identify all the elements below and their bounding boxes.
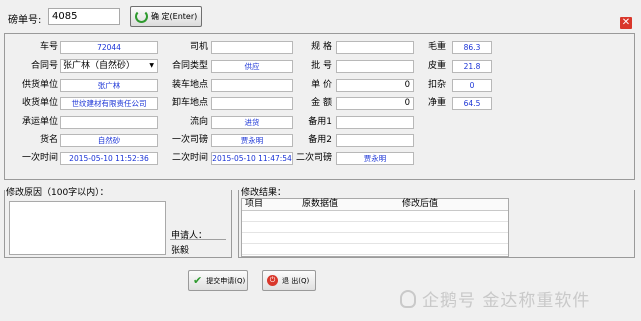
tare-label: 皮重 (427, 61, 446, 71)
dropdown-arrow-icon: ▼ (149, 62, 154, 69)
first-time-field[interactable]: 2015-05-10 11:52:36 (60, 152, 158, 165)
col-original: 原数据值 (302, 199, 339, 209)
goods-field[interactable]: 自然砂 (60, 134, 158, 147)
remark1-field[interactable] (336, 116, 414, 129)
close-icon[interactable]: ✕ (620, 17, 632, 29)
second-weigher-label: 二次司磅 (295, 153, 332, 163)
contract-no-value: 张广林（自然砂） (63, 61, 136, 71)
exit-button-label: 退 出(Q) (282, 276, 310, 285)
refresh-icon (135, 10, 148, 23)
applicant-value: 张毅 (171, 246, 190, 256)
gross-field[interactable]: 86.3 (452, 41, 492, 54)
direction-label: 流向 (189, 117, 208, 127)
table-row (242, 211, 508, 222)
first-weigher-label: 一次司磅 (171, 135, 208, 145)
applicant-divider (170, 239, 226, 240)
table-row (242, 233, 508, 244)
spec-label: 规 格 (311, 42, 332, 52)
second-time-label: 二次时间 (171, 153, 208, 163)
col-modified: 修改后值 (402, 199, 439, 209)
penguin-logo-icon (400, 289, 416, 308)
driver-label: 司机 (189, 42, 208, 52)
confirm-button[interactable]: 确 定(Enter) (130, 6, 202, 27)
result-grid[interactable]: 项目 原数据值 修改后值 (241, 198, 509, 257)
receiver-label: 收货单位 (21, 98, 58, 108)
table-row (242, 244, 508, 255)
submit-button[interactable]: ✔ 提交申请(Q) (188, 270, 248, 291)
contract-no-label: 合同号 (30, 61, 58, 71)
vehicle-no-label: 车号 (39, 42, 58, 52)
contract-no-select[interactable]: 张广林（自然砂） ▼ (60, 59, 158, 73)
col-item: 项目 (245, 199, 264, 209)
contract-type-label: 合同类型 (171, 61, 208, 71)
deduct-label: 扣杂 (427, 80, 446, 90)
check-icon: ✔ (193, 274, 203, 287)
carrier-label: 承运单位 (21, 117, 58, 127)
ticket-no-input[interactable]: 4085 (48, 8, 120, 25)
watermark-text: 企鹅号 金达称重软件 (422, 291, 591, 311)
ticket-no-label: 磅单号: (8, 15, 42, 26)
submit-button-label: 提交申请(Q) (206, 276, 246, 285)
unit-price-label: 单 价 (311, 80, 332, 90)
batch-label: 批 号 (311, 61, 332, 71)
second-weigher-field[interactable]: 贾永明 (336, 152, 414, 165)
vehicle-no-field[interactable]: 72044 (60, 41, 158, 54)
net-field[interactable]: 64.5 (452, 97, 492, 110)
first-time-label: 一次时间 (21, 153, 58, 163)
deduct-field[interactable]: 0 (452, 79, 492, 92)
confirm-button-label: 确 定(Enter) (151, 12, 198, 21)
supplier-label: 供货单位 (21, 80, 58, 90)
power-icon: ⏻ (267, 275, 278, 286)
load-place-label: 装车地点 (171, 80, 208, 90)
gross-label: 毛重 (427, 42, 446, 52)
remark1-label: 备用1 (308, 117, 332, 127)
result-grid-header: 项目 原数据值 修改后值 (242, 199, 508, 211)
remark2-field[interactable] (336, 134, 414, 147)
unload-place-label: 卸车地点 (171, 98, 208, 108)
exit-button[interactable]: ⏻ 退 出(Q) (262, 270, 316, 291)
table-row (242, 222, 508, 233)
net-label: 净重 (427, 98, 446, 108)
tare-field[interactable]: 21.8 (452, 60, 492, 73)
carrier-field[interactable] (60, 116, 158, 129)
receiver-field[interactable]: 世纹建材有限责任公司 (60, 97, 158, 110)
remark2-label: 备用2 (308, 135, 332, 145)
supplier-field[interactable]: 张广林 (60, 79, 158, 92)
amount-label: 金 额 (311, 98, 332, 108)
goods-label: 货名 (39, 135, 58, 145)
watermark: 企鹅号 金达称重软件 (400, 286, 590, 311)
reason-textarea[interactable] (9, 201, 166, 255)
